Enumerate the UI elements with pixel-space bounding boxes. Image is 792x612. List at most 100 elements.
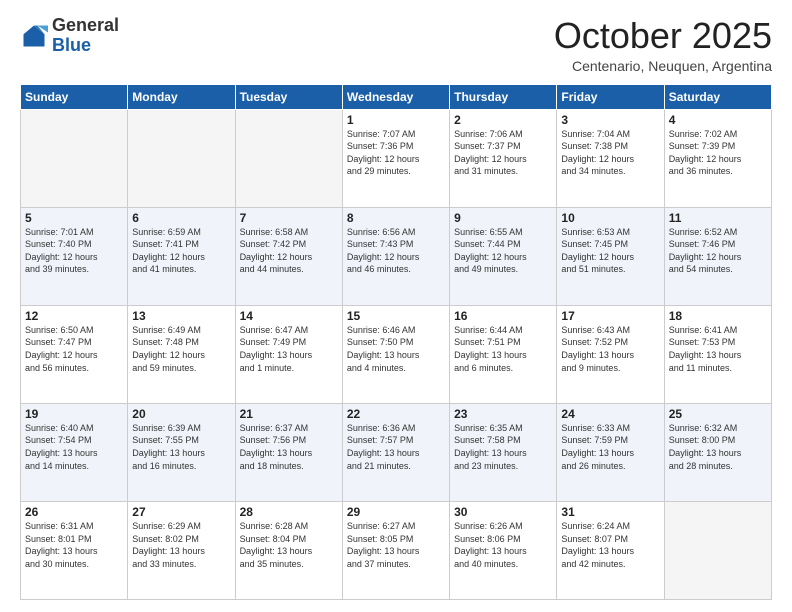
calendar-cell: 28Sunrise: 6:28 AM Sunset: 8:04 PM Dayli… xyxy=(235,501,342,599)
day-number: 14 xyxy=(240,309,338,323)
day-info: Sunrise: 6:59 AM Sunset: 7:41 PM Dayligh… xyxy=(132,226,230,276)
day-number: 1 xyxy=(347,113,445,127)
calendar-cell: 18Sunrise: 6:41 AM Sunset: 7:53 PM Dayli… xyxy=(664,305,771,403)
calendar-cell: 6Sunrise: 6:59 AM Sunset: 7:41 PM Daylig… xyxy=(128,207,235,305)
calendar-week-5: 26Sunrise: 6:31 AM Sunset: 8:01 PM Dayli… xyxy=(21,501,772,599)
logo-general-label: General xyxy=(52,16,119,36)
calendar-cell: 19Sunrise: 6:40 AM Sunset: 7:54 PM Dayli… xyxy=(21,403,128,501)
col-friday: Friday xyxy=(557,84,664,109)
day-info: Sunrise: 6:56 AM Sunset: 7:43 PM Dayligh… xyxy=(347,226,445,276)
day-info: Sunrise: 6:35 AM Sunset: 7:58 PM Dayligh… xyxy=(454,422,552,472)
day-info: Sunrise: 6:47 AM Sunset: 7:49 PM Dayligh… xyxy=(240,324,338,374)
day-number: 21 xyxy=(240,407,338,421)
calendar-cell: 16Sunrise: 6:44 AM Sunset: 7:51 PM Dayli… xyxy=(450,305,557,403)
calendar-week-4: 19Sunrise: 6:40 AM Sunset: 7:54 PM Dayli… xyxy=(21,403,772,501)
day-number: 23 xyxy=(454,407,552,421)
calendar-body: 1Sunrise: 7:07 AM Sunset: 7:36 PM Daylig… xyxy=(21,109,772,599)
day-number: 9 xyxy=(454,211,552,225)
day-number: 16 xyxy=(454,309,552,323)
day-number: 7 xyxy=(240,211,338,225)
calendar-cell: 5Sunrise: 7:01 AM Sunset: 7:40 PM Daylig… xyxy=(21,207,128,305)
day-number: 10 xyxy=(561,211,659,225)
day-number: 19 xyxy=(25,407,123,421)
day-info: Sunrise: 7:07 AM Sunset: 7:36 PM Dayligh… xyxy=(347,128,445,178)
day-info: Sunrise: 7:01 AM Sunset: 7:40 PM Dayligh… xyxy=(25,226,123,276)
calendar-cell: 12Sunrise: 6:50 AM Sunset: 7:47 PM Dayli… xyxy=(21,305,128,403)
month-title: October 2025 xyxy=(554,16,772,56)
day-info: Sunrise: 6:24 AM Sunset: 8:07 PM Dayligh… xyxy=(561,520,659,570)
day-number: 3 xyxy=(561,113,659,127)
day-number: 31 xyxy=(561,505,659,519)
calendar-cell xyxy=(235,109,342,207)
day-info: Sunrise: 6:40 AM Sunset: 7:54 PM Dayligh… xyxy=(25,422,123,472)
header-row: Sunday Monday Tuesday Wednesday Thursday… xyxy=(21,84,772,109)
logo-text: General Blue xyxy=(52,16,119,56)
day-number: 2 xyxy=(454,113,552,127)
day-info: Sunrise: 6:36 AM Sunset: 7:57 PM Dayligh… xyxy=(347,422,445,472)
calendar-cell: 9Sunrise: 6:55 AM Sunset: 7:44 PM Daylig… xyxy=(450,207,557,305)
calendar-cell: 11Sunrise: 6:52 AM Sunset: 7:46 PM Dayli… xyxy=(664,207,771,305)
calendar-week-2: 5Sunrise: 7:01 AM Sunset: 7:40 PM Daylig… xyxy=(21,207,772,305)
calendar-cell: 4Sunrise: 7:02 AM Sunset: 7:39 PM Daylig… xyxy=(664,109,771,207)
day-number: 29 xyxy=(347,505,445,519)
day-info: Sunrise: 6:53 AM Sunset: 7:45 PM Dayligh… xyxy=(561,226,659,276)
day-number: 28 xyxy=(240,505,338,519)
title-block: October 2025 Centenario, Neuquen, Argent… xyxy=(554,16,772,74)
day-number: 13 xyxy=(132,309,230,323)
calendar-week-1: 1Sunrise: 7:07 AM Sunset: 7:36 PM Daylig… xyxy=(21,109,772,207)
day-number: 22 xyxy=(347,407,445,421)
calendar-cell: 23Sunrise: 6:35 AM Sunset: 7:58 PM Dayli… xyxy=(450,403,557,501)
calendar-cell: 25Sunrise: 6:32 AM Sunset: 8:00 PM Dayli… xyxy=(664,403,771,501)
day-number: 24 xyxy=(561,407,659,421)
day-info: Sunrise: 6:32 AM Sunset: 8:00 PM Dayligh… xyxy=(669,422,767,472)
calendar-cell: 8Sunrise: 6:56 AM Sunset: 7:43 PM Daylig… xyxy=(342,207,449,305)
calendar-cell: 31Sunrise: 6:24 AM Sunset: 8:07 PM Dayli… xyxy=(557,501,664,599)
logo-blue-label: Blue xyxy=(52,36,119,56)
calendar-cell xyxy=(664,501,771,599)
page: General Blue October 2025 Centenario, Ne… xyxy=(0,0,792,612)
calendar-cell: 3Sunrise: 7:04 AM Sunset: 7:38 PM Daylig… xyxy=(557,109,664,207)
calendar-cell: 26Sunrise: 6:31 AM Sunset: 8:01 PM Dayli… xyxy=(21,501,128,599)
col-thursday: Thursday xyxy=(450,84,557,109)
day-number: 15 xyxy=(347,309,445,323)
day-info: Sunrise: 6:55 AM Sunset: 7:44 PM Dayligh… xyxy=(454,226,552,276)
calendar-cell: 14Sunrise: 6:47 AM Sunset: 7:49 PM Dayli… xyxy=(235,305,342,403)
calendar-table: Sunday Monday Tuesday Wednesday Thursday… xyxy=(20,84,772,600)
col-monday: Monday xyxy=(128,84,235,109)
day-number: 25 xyxy=(669,407,767,421)
calendar-cell: 30Sunrise: 6:26 AM Sunset: 8:06 PM Dayli… xyxy=(450,501,557,599)
calendar-cell: 22Sunrise: 6:36 AM Sunset: 7:57 PM Dayli… xyxy=(342,403,449,501)
location: Centenario, Neuquen, Argentina xyxy=(554,58,772,74)
day-info: Sunrise: 6:46 AM Sunset: 7:50 PM Dayligh… xyxy=(347,324,445,374)
calendar-cell: 2Sunrise: 7:06 AM Sunset: 7:37 PM Daylig… xyxy=(450,109,557,207)
day-number: 6 xyxy=(132,211,230,225)
day-number: 12 xyxy=(25,309,123,323)
day-number: 5 xyxy=(25,211,123,225)
day-number: 8 xyxy=(347,211,445,225)
day-info: Sunrise: 7:06 AM Sunset: 7:37 PM Dayligh… xyxy=(454,128,552,178)
day-number: 11 xyxy=(669,211,767,225)
calendar-week-3: 12Sunrise: 6:50 AM Sunset: 7:47 PM Dayli… xyxy=(21,305,772,403)
calendar-cell: 24Sunrise: 6:33 AM Sunset: 7:59 PM Dayli… xyxy=(557,403,664,501)
day-info: Sunrise: 6:28 AM Sunset: 8:04 PM Dayligh… xyxy=(240,520,338,570)
day-number: 27 xyxy=(132,505,230,519)
calendar-cell: 27Sunrise: 6:29 AM Sunset: 8:02 PM Dayli… xyxy=(128,501,235,599)
day-info: Sunrise: 6:29 AM Sunset: 8:02 PM Dayligh… xyxy=(132,520,230,570)
calendar-cell: 29Sunrise: 6:27 AM Sunset: 8:05 PM Dayli… xyxy=(342,501,449,599)
col-wednesday: Wednesday xyxy=(342,84,449,109)
calendar-header: Sunday Monday Tuesday Wednesday Thursday… xyxy=(21,84,772,109)
calendar-cell: 7Sunrise: 6:58 AM Sunset: 7:42 PM Daylig… xyxy=(235,207,342,305)
header: General Blue October 2025 Centenario, Ne… xyxy=(20,16,772,74)
calendar-cell: 21Sunrise: 6:37 AM Sunset: 7:56 PM Dayli… xyxy=(235,403,342,501)
col-tuesday: Tuesday xyxy=(235,84,342,109)
calendar-cell xyxy=(21,109,128,207)
calendar-cell: 17Sunrise: 6:43 AM Sunset: 7:52 PM Dayli… xyxy=(557,305,664,403)
day-number: 26 xyxy=(25,505,123,519)
calendar-cell xyxy=(128,109,235,207)
col-saturday: Saturday xyxy=(664,84,771,109)
day-number: 18 xyxy=(669,309,767,323)
logo-icon xyxy=(20,22,48,50)
day-info: Sunrise: 6:50 AM Sunset: 7:47 PM Dayligh… xyxy=(25,324,123,374)
day-info: Sunrise: 6:27 AM Sunset: 8:05 PM Dayligh… xyxy=(347,520,445,570)
calendar-cell: 10Sunrise: 6:53 AM Sunset: 7:45 PM Dayli… xyxy=(557,207,664,305)
